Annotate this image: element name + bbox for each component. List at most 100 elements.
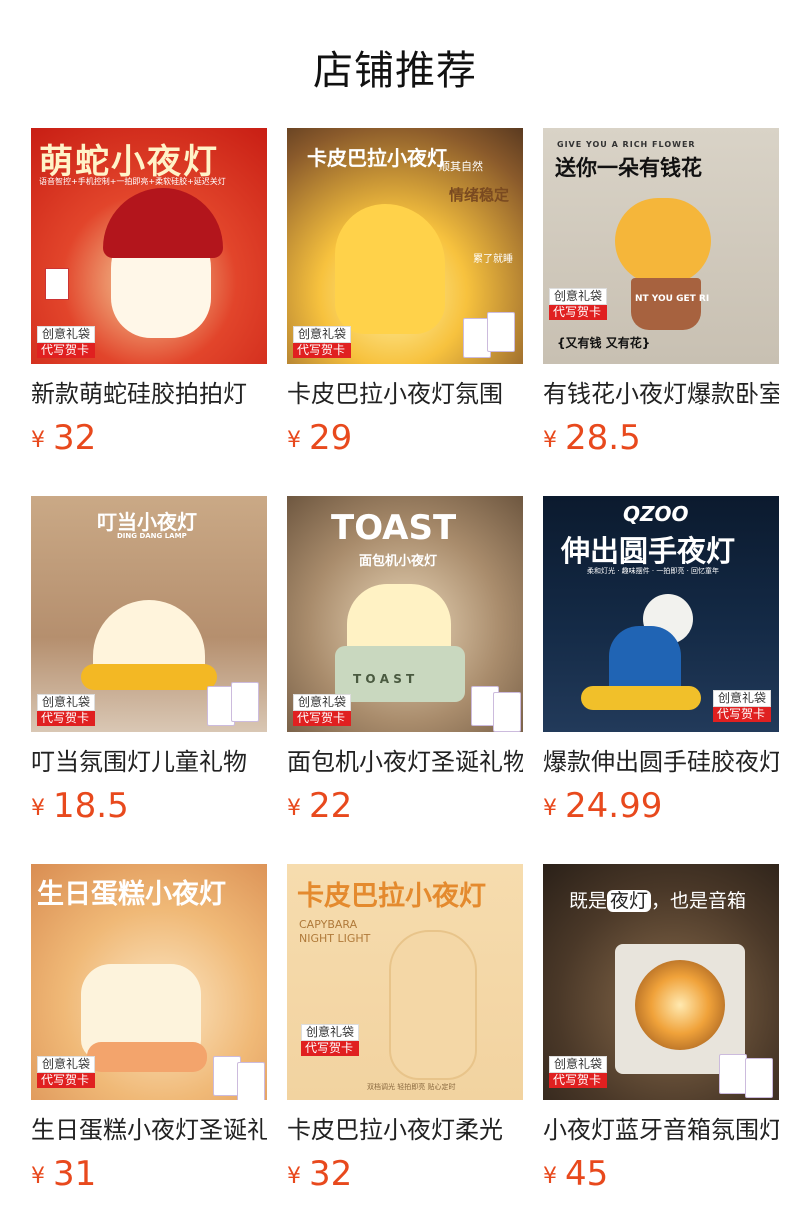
- price-amount: 32: [53, 418, 97, 458]
- image-subline: 情绪稳定: [449, 186, 510, 204]
- brand-logo: QZOO: [623, 502, 689, 526]
- product-image[interactable]: 萌蛇小夜灯 语音智控+手机控制+一拍即亮+柔软硅胶+延迟关灯 创意礼袋 代写贺卡: [31, 128, 267, 364]
- gift-tag: 创意礼袋 代写贺卡: [293, 694, 352, 726]
- product-card[interactable]: 既是 夜灯 ，也是音箱 创意礼袋 代写贺卡 小夜灯蓝牙音箱氛围灯 ¥45: [543, 864, 779, 1194]
- product-price: ¥32: [31, 418, 96, 458]
- cake-feet: [87, 1042, 207, 1072]
- flower-pot: [631, 278, 701, 330]
- gift-tag-line1: 创意礼袋: [549, 288, 608, 305]
- headline-post: ，也是音箱: [651, 890, 747, 912]
- gift-tag: 创意礼袋 代写贺卡: [293, 326, 352, 358]
- gift-bag-icon: [237, 1062, 265, 1100]
- gift-tag-line2: 代写贺卡: [37, 1073, 96, 1088]
- product-price: ¥45: [543, 1154, 608, 1194]
- knit-hat: [103, 188, 223, 258]
- gift-tag-line2: 代写贺卡: [37, 343, 96, 358]
- image-headline: 叮当小夜灯: [97, 510, 197, 534]
- product-image[interactable]: GIVE YOU A RICH FLOWER 送你一朵有钱花 NT YOU GE…: [543, 128, 779, 364]
- product-name[interactable]: 卡皮巴拉小夜灯柔光: [287, 1114, 523, 1146]
- price-amount: 29: [309, 418, 353, 458]
- product-price: ¥22: [287, 786, 352, 826]
- gift-tag-line2: 代写贺卡: [293, 711, 352, 726]
- money-flower-figure: [615, 198, 711, 284]
- product-card[interactable]: 卡皮巴拉小夜灯 顺其自然 情绪稳定 累了就睡 创意礼袋 代写贺卡 卡皮巴拉小夜灯…: [287, 128, 523, 458]
- product-card[interactable]: TOAST 面包机小夜灯 T O A S T 创意礼袋 代写贺卡 面包机小夜灯圣…: [287, 496, 523, 826]
- dome-lamp-figure: [93, 600, 205, 670]
- currency-symbol: ¥: [287, 796, 301, 821]
- product-image[interactable]: TOAST 面包机小夜灯 T O A S T 创意礼袋 代写贺卡: [287, 496, 523, 732]
- currency-symbol: ¥: [287, 428, 301, 453]
- product-image[interactable]: QZOO 伸出圆手夜灯 柔和灯光 · 趣味摆件 · 一拍即亮 · 回忆童年 创意…: [543, 496, 779, 732]
- image-headline: 既是 夜灯 ，也是音箱: [569, 886, 746, 913]
- currency-symbol: ¥: [31, 428, 45, 453]
- product-name[interactable]: 小夜灯蓝牙音箱氛围灯: [543, 1114, 779, 1146]
- gift-tag: 创意礼袋 代写贺卡: [549, 1056, 608, 1088]
- product-name[interactable]: 爆款伸出圆手硅胶夜灯: [543, 746, 779, 778]
- image-headline: 伸出圆手夜灯: [561, 534, 736, 568]
- product-image[interactable]: 叮当小夜灯 DING DANG LAMP 创意礼袋 代写贺卡: [31, 496, 267, 732]
- currency-symbol: ¥: [31, 1164, 45, 1189]
- gift-tag-line1: 创意礼袋: [301, 1024, 360, 1041]
- product-price: ¥24.99: [543, 786, 662, 826]
- product-card[interactable]: QZOO 伸出圆手夜灯 柔和灯光 · 趣味摆件 · 一拍即亮 · 回忆童年 创意…: [543, 496, 779, 826]
- price-amount: 18.5: [53, 786, 129, 826]
- product-name[interactable]: 有钱花小夜灯爆款卧室: [543, 378, 779, 410]
- currency-symbol: ¥: [543, 796, 557, 821]
- yellow-base: [581, 686, 701, 710]
- gift-tag-line2: 代写贺卡: [301, 1041, 360, 1056]
- image-subline: 面包机小夜灯: [359, 554, 438, 569]
- gift-tag: 创意礼袋 代写贺卡: [37, 694, 96, 726]
- gift-tag: 创意礼袋 代写贺卡: [713, 690, 772, 722]
- currency-symbol: ¥: [543, 1164, 557, 1189]
- headline-highlight: 夜灯: [607, 890, 652, 912]
- gift-tag-line2: 代写贺卡: [37, 711, 96, 726]
- product-name[interactable]: 叮当氛围灯儿童礼物: [31, 746, 267, 778]
- gift-tag-line2: 代写贺卡: [713, 707, 772, 722]
- currency-symbol: ¥: [287, 1164, 301, 1189]
- product-image[interactable]: 卡皮巴拉小夜灯 顺其自然 情绪稳定 累了就睡 创意礼袋 代写贺卡: [287, 128, 523, 364]
- speaker-glow: [635, 960, 725, 1050]
- product-card[interactable]: 叮当小夜灯 DING DANG LAMP 创意礼袋 代写贺卡 叮当氛围灯儿童礼物…: [31, 496, 267, 826]
- gift-tag-line1: 创意礼袋: [37, 326, 96, 343]
- price-amount: 22: [309, 786, 353, 826]
- product-card[interactable]: 卡皮巴拉小夜灯 CAPYBARA NIGHT LIGHT 双档调光 轻拍即亮 贴…: [287, 864, 523, 1194]
- gift-bag-icon: [745, 1058, 773, 1098]
- gift-tag: 创意礼袋 代写贺卡: [301, 1024, 360, 1056]
- price-amount: 32: [309, 1154, 353, 1194]
- product-card[interactable]: 生日蛋糕小夜灯 创意礼袋 代写贺卡 生日蛋糕小夜灯圣诞礼物 ¥31: [31, 864, 267, 1194]
- image-subline: 顺其自然: [439, 160, 483, 173]
- product-image[interactable]: 卡皮巴拉小夜灯 CAPYBARA NIGHT LIGHT 双档调光 轻拍即亮 贴…: [287, 864, 523, 1100]
- product-name[interactable]: 面包机小夜灯圣诞礼物: [287, 746, 523, 778]
- gift-tag-line2: 代写贺卡: [549, 1073, 608, 1088]
- product-name[interactable]: 新款萌蛇硅胶拍拍灯: [31, 378, 267, 410]
- gift-tag-line1: 创意礼袋: [293, 694, 352, 711]
- gift-tag-line1: 创意礼袋: [293, 326, 352, 343]
- gift-bag-icon: [231, 682, 259, 722]
- gift-tag: 创意礼袋 代写贺卡: [549, 288, 608, 320]
- currency-symbol: ¥: [31, 796, 45, 821]
- gift-tag-line1: 创意礼袋: [713, 690, 772, 707]
- image-subline: 累了就睡: [473, 254, 513, 265]
- product-price: ¥31: [31, 1154, 96, 1194]
- product-name[interactable]: 生日蛋糕小夜灯圣诞礼物: [31, 1114, 267, 1146]
- product-image[interactable]: 生日蛋糕小夜灯 创意礼袋 代写贺卡: [31, 864, 267, 1100]
- gift-tag-line1: 创意礼袋: [37, 694, 96, 711]
- gift-tag-line2: 代写贺卡: [549, 305, 608, 320]
- gift-tag-line2: 代写贺卡: [293, 343, 352, 358]
- gift-bag-icon: [487, 312, 515, 352]
- gift-tag: 创意礼袋 代写贺卡: [37, 326, 96, 358]
- image-subline: DING DANG LAMP: [117, 532, 187, 540]
- product-card[interactable]: 萌蛇小夜灯 语音智控+手机控制+一拍即亮+柔软硅胶+延迟关灯 创意礼袋 代写贺卡…: [31, 128, 267, 458]
- product-price: ¥29: [287, 418, 352, 458]
- capybara-lamp-figure: [389, 930, 477, 1080]
- product-image[interactable]: 既是 夜灯 ，也是音箱 创意礼袋 代写贺卡: [543, 864, 779, 1100]
- price-amount: 45: [565, 1154, 609, 1194]
- image-subline: 双档调光 轻拍即亮 贴心定时: [367, 1083, 456, 1091]
- lamp-base: [81, 664, 217, 690]
- gift-bag-icon: [719, 1054, 747, 1094]
- product-card[interactable]: GIVE YOU A RICH FLOWER 送你一朵有钱花 NT YOU GE…: [543, 128, 779, 458]
- image-subline: NT YOU GET RI: [635, 294, 710, 304]
- product-price: ¥32: [287, 1154, 352, 1194]
- currency-symbol: ¥: [543, 428, 557, 453]
- product-name[interactable]: 卡皮巴拉小夜灯氛围: [287, 378, 523, 410]
